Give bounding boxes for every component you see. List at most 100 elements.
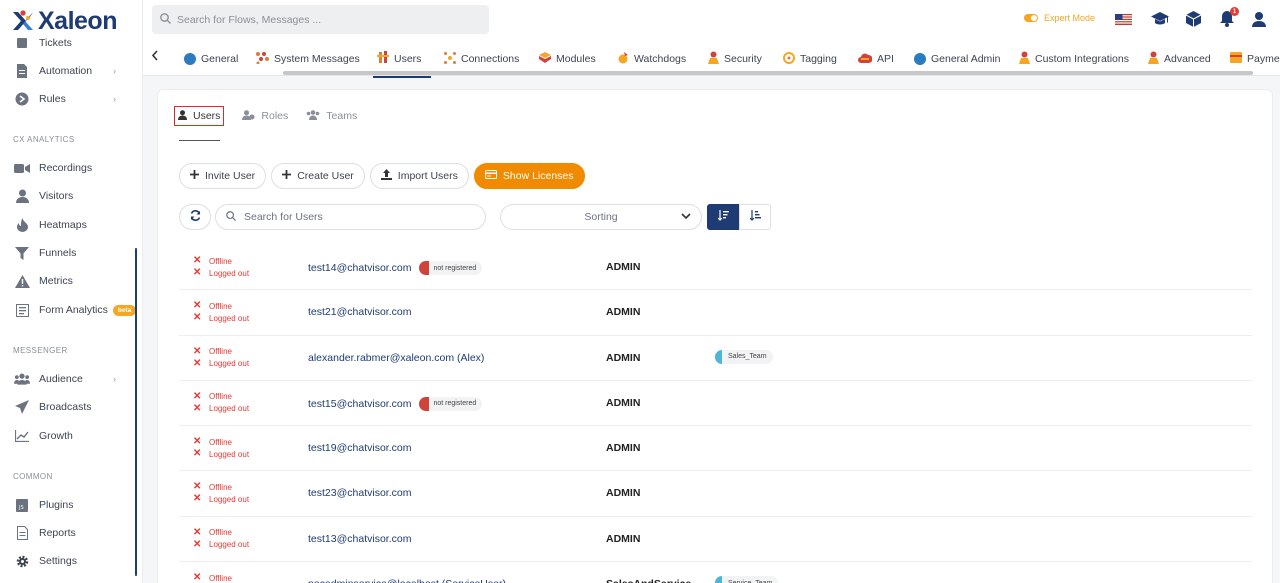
global-search-input[interactable] — [177, 13, 467, 26]
online-status: Offline — [209, 347, 232, 357]
notification-bell-icon[interactable]: 1 — [1218, 7, 1239, 28]
cloud-icon — [858, 53, 873, 66]
connections-icon — [444, 51, 456, 67]
tab-payments[interactable]: Payme — [1230, 48, 1280, 70]
chevron-right-icon: › — [113, 374, 116, 384]
user-row[interactable]: ✕ Offline ✕ Logged out test23@chatvisor.com A… — [179, 471, 1252, 517]
user-email-link[interactable]: test21@chatvisor.com — [308, 306, 411, 318]
tab-modules[interactable]: Modules — [539, 48, 596, 70]
tab-watchdogs[interactable]: Watchdogs — [618, 48, 686, 70]
team-label: Service_Team — [728, 580, 772, 583]
user-email-link[interactable]: alexander.rabmer@xaleon.com (Alex) — [308, 352, 484, 364]
online-status: Offline — [209, 437, 232, 447]
toggle-switch[interactable] — [1024, 14, 1038, 22]
tab-system-messages[interactable]: System Messages — [256, 48, 360, 70]
sidebar-item-settings[interactable]: Settings — [0, 548, 140, 574]
tab-connections[interactable]: Connections — [444, 48, 519, 70]
sidebar-item-funnels[interactable]: Funnels — [0, 240, 140, 266]
user-email-link[interactable]: test13@chatvisor.com — [308, 533, 411, 545]
registration-badge-label: not registered — [433, 264, 477, 272]
cube-icon[interactable] — [1184, 10, 1202, 28]
registration-badge-label: not registered — [433, 400, 477, 408]
section-title-cx-analytics: CX ANALYTICS — [13, 135, 75, 144]
online-status: Offline — [209, 573, 232, 583]
sidebar-item-automation[interactable]: Automation › — [0, 58, 140, 84]
import-users-button[interactable]: Import Users — [369, 163, 469, 189]
user-row[interactable]: ✕ Offline nocadminservice@localhost (Servi… — [179, 562, 1252, 583]
user-email-link[interactable]: test23@chatvisor.com — [308, 487, 411, 499]
sidebar-item-visitors[interactable]: Visitors — [0, 183, 140, 209]
sort-descending-button[interactable] — [739, 204, 771, 230]
user-row[interactable]: ✕ Offline ✕ Logged out alexander.rabmer@xale… — [179, 336, 1252, 381]
gear-icon — [14, 553, 30, 569]
sidebar-item-heatmaps[interactable]: Heatmaps — [0, 212, 140, 238]
sort-ascending-icon — [717, 210, 729, 224]
team-label: Sales_Team — [728, 353, 767, 361]
subtab-roles[interactable]: Roles — [242, 106, 288, 126]
user-row[interactable]: ✕ Offline ✕ Logged out test13@chatvisor.com A… — [179, 517, 1252, 563]
chevron-left-icon[interactable] — [151, 50, 159, 64]
sidebar-scrollbar[interactable] — [135, 248, 137, 576]
user-profile-icon[interactable] — [1250, 10, 1268, 28]
tab-general-admin[interactable]: General Admin — [914, 48, 1000, 70]
tabs-horizontal-scrollbar[interactable] — [283, 71, 1253, 75]
user-role: SalesAndService — [606, 578, 691, 583]
user-search-input[interactable] — [244, 211, 464, 223]
user-email: nocadminservice@localhost (ServiceUser) — [308, 578, 506, 583]
sidebar-item-reports[interactable]: Reports — [0, 520, 140, 546]
show-licenses-button[interactable]: Show Licenses — [473, 163, 585, 189]
user-email-link[interactable]: test15@chatvisor.com not registered — [308, 396, 483, 411]
invite-user-button[interactable]: Invite User — [179, 163, 267, 189]
tab-general[interactable]: General — [184, 48, 238, 70]
sidebar-item-form-analytics[interactable]: Form Analytics beta — [0, 297, 140, 323]
expert-mode-toggle[interactable]: Expert Mode — [1024, 13, 1095, 23]
user-status: ✕ Offline ✕ Logged out — [193, 255, 249, 279]
refresh-button[interactable] — [179, 204, 211, 230]
tab-custom-integrations[interactable]: Custom Integrations — [1019, 48, 1129, 70]
sidebar-item-plugins[interactable]: JS Plugins — [0, 492, 140, 518]
refresh-icon — [190, 210, 201, 224]
session-status: Logged out — [209, 449, 250, 459]
sidebar-item-growth[interactable]: Growth — [0, 423, 140, 449]
tab-tagging[interactable]: Tagging — [783, 48, 837, 70]
user-role: ADMIN — [606, 487, 641, 500]
user-row[interactable]: ✕ Offline ✕ Logged out test14@chatvisor.com n… — [179, 245, 1252, 291]
tab-api[interactable]: API — [858, 48, 894, 70]
create-user-button[interactable]: Create User — [271, 163, 365, 189]
global-search[interactable] — [152, 5, 489, 34]
sidebar-item-recordings[interactable]: Recordings — [0, 155, 140, 181]
logged-out-x-icon: ✕ — [193, 538, 202, 550]
plugin-icon: JS — [14, 497, 30, 513]
users-icon — [14, 371, 30, 387]
user-email-link[interactable]: nocadminservice@localhost (ServiceUser) — [308, 578, 506, 583]
user-email-link[interactable]: test14@chatvisor.com not registered — [308, 261, 483, 275]
user-status: ✕ Offline ✕ Logged out — [193, 346, 249, 370]
offline-x-icon: ✕ — [193, 345, 202, 357]
user-row[interactable]: ✕ Offline ✕ Logged out test15@chatvisor.com n… — [179, 381, 1252, 427]
plus-icon — [282, 170, 292, 182]
funnel-icon — [14, 245, 30, 261]
subtab-label: Roles — [261, 110, 289, 122]
users-list: ✕ Offline ✕ Logged out test14@chatvisor.com n… — [179, 245, 1252, 583]
sidebar-item-audience[interactable]: Audience › — [0, 366, 140, 392]
us-flag-icon[interactable] — [1114, 10, 1132, 28]
graduation-cap-icon[interactable] — [1151, 10, 1169, 28]
subtab-teams[interactable]: Teams — [306, 106, 357, 126]
section-title-common: COMMON — [13, 472, 53, 481]
user-search[interactable] — [215, 204, 486, 230]
sidebar-scroll: Tickets Automation › Rules › CX ANALYTIC… — [0, 34, 142, 583]
subtab-users[interactable]: Users — [174, 106, 225, 126]
user-row[interactable]: ✕ Offline ✕ Logged out test21@chatvisor.com A… — [179, 290, 1252, 336]
sort-ascending-button[interactable] — [707, 204, 739, 230]
brand-logo[interactable]: Xaleon — [11, 6, 117, 36]
tab-advanced[interactable]: Advanced — [1148, 48, 1211, 70]
user-row[interactable]: ✕ Offline ✕ Logged out test19@chatvisor.com A… — [179, 426, 1252, 472]
sidebar-item-metrics[interactable]: Metrics — [0, 268, 140, 294]
sidebar-item-rules[interactable]: Rules › — [0, 86, 140, 112]
sidebar-item-broadcasts[interactable]: Broadcasts — [0, 394, 140, 420]
user-email-link[interactable]: test19@chatvisor.com — [308, 442, 411, 454]
tab-security[interactable]: Security — [708, 48, 762, 70]
sorting-select[interactable]: Sorting — [500, 204, 702, 230]
logged-out-x-icon: ✕ — [193, 357, 202, 369]
tab-users[interactable]: Users — [372, 48, 432, 78]
